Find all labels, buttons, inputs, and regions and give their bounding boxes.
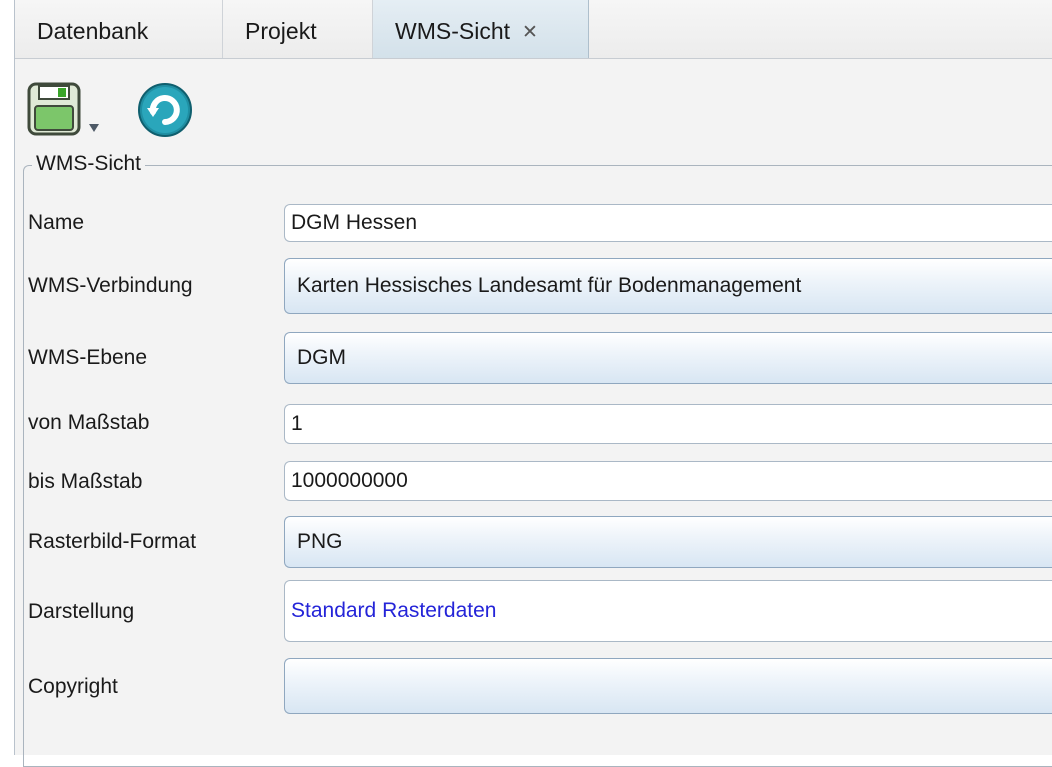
tab-wms-sicht[interactable]: WMS-Sicht ✕	[373, 0, 589, 58]
editor-window: Datenbank Projekt WMS-Sicht ✕ WMS-Sicht …	[14, 0, 1052, 767]
von-massstab-field[interactable]: 1	[284, 404, 1052, 444]
close-tab-icon[interactable]: ✕	[522, 2, 538, 64]
von-massstab-label: von Maßstab	[28, 411, 150, 434]
wms-ebene-select[interactable]: DGM	[284, 332, 1052, 384]
copyright-select[interactable]	[284, 658, 1052, 714]
name-field[interactable]: DGM Hessen	[284, 204, 1052, 242]
wms-sicht-group: WMS-Sicht Name DGM Hessen WMS-Verbindung…	[23, 152, 1052, 767]
darstellung-label: Darstellung	[28, 600, 135, 623]
darstellung-field[interactable]: Standard Rasterdaten	[284, 580, 1052, 642]
wms-ebene-label: WMS-Ebene	[28, 346, 148, 369]
save-button[interactable]	[27, 82, 105, 138]
group-title: WMS-Sicht	[32, 152, 145, 176]
tab-datenbank[interactable]: Datenbank	[15, 0, 223, 58]
tab-bar: Datenbank Projekt WMS-Sicht ✕	[15, 0, 1052, 59]
name-label: Name	[28, 211, 85, 234]
refresh-icon	[138, 83, 192, 137]
bis-massstab-label: bis Maßstab	[28, 470, 143, 493]
bis-massstab-field[interactable]: 1000000000	[284, 461, 1052, 501]
tab-wms-sicht-label: WMS-Sicht	[395, 18, 510, 44]
wms-verbindung-label: WMS-Verbindung	[28, 274, 193, 297]
tab-projekt[interactable]: Projekt	[223, 0, 373, 58]
refresh-button[interactable]	[137, 82, 193, 138]
copyright-label: Copyright	[28, 675, 118, 698]
toolbar	[15, 58, 1052, 150]
rasterbild-format-label: Rasterbild-Format	[28, 530, 197, 553]
floppy-disk-icon	[27, 82, 99, 136]
rasterbild-format-select[interactable]: PNG	[284, 516, 1052, 568]
wms-verbindung-select[interactable]: Karten Hessisches Landesamt für Bodenman…	[284, 258, 1052, 314]
